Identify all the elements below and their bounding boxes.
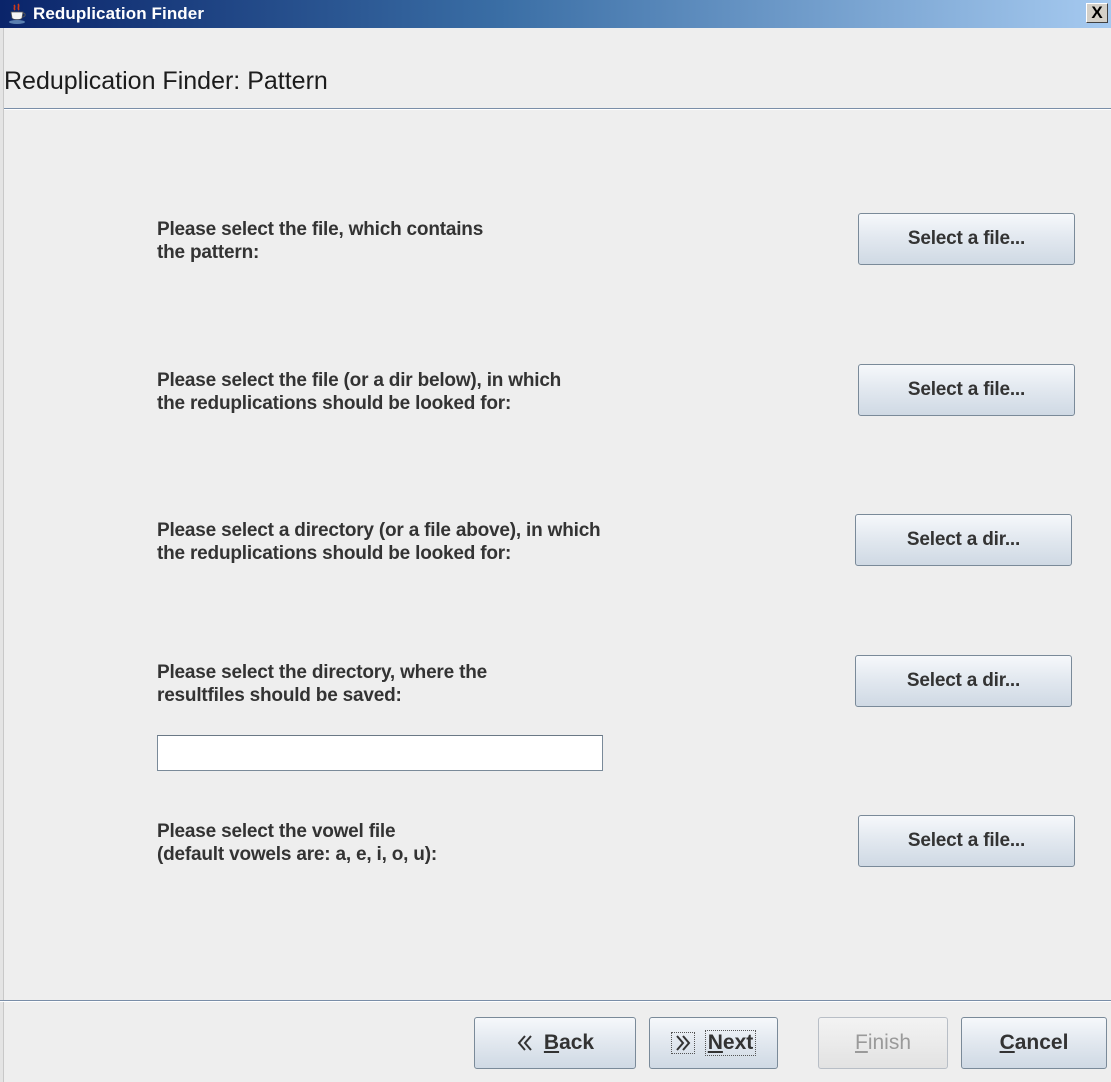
prompt-line: the pattern: [157, 242, 260, 263]
vowel-file-prompt: Please select the vowel file (default vo… [157, 820, 437, 866]
prompt-line: Please select the directory, where the [157, 662, 487, 683]
window-close-button[interactable]: X [1086, 3, 1108, 23]
select-pattern-file-button[interactable]: Select a file... [858, 213, 1075, 265]
select-vowel-file-button[interactable]: Select a file... [858, 815, 1075, 867]
header-separator [4, 108, 1111, 110]
result-dir-prompt: Please select the directory, where the r… [157, 661, 487, 707]
cancel-button[interactable]: Cancel [961, 1017, 1107, 1069]
double-chevron-right-icon [675, 1035, 691, 1051]
select-search-dir-button[interactable]: Select a dir... [855, 514, 1072, 566]
prompt-line: the reduplications should be looked for: [157, 543, 512, 564]
window-titlebar[interactable]: Reduplication Finder X [0, 0, 1111, 28]
focus-ring [670, 1032, 695, 1054]
back-label: Back [543, 1031, 595, 1054]
page-title: Reduplication Finder: Pattern [4, 67, 328, 95]
java-cup-icon [9, 3, 26, 24]
close-icon: X [1091, 3, 1103, 22]
page-header: Reduplication Finder: Pattern [4, 35, 1111, 109]
select-result-dir-button[interactable]: Select a dir... [855, 655, 1072, 707]
search-dir-prompt: Please select a directory (or a file abo… [157, 519, 601, 565]
select-search-file-button[interactable]: Select a file... [858, 364, 1075, 416]
prompt-line: Please select a directory (or a file abo… [157, 520, 601, 541]
next-button[interactable]: Next [649, 1017, 778, 1069]
result-dir-field[interactable] [157, 735, 603, 771]
search-file-prompt: Please select the file (or a dir below),… [157, 369, 561, 415]
prompt-line: resultfiles should be saved: [157, 685, 402, 706]
back-button[interactable]: Back [474, 1017, 636, 1069]
window-left-border [0, 28, 4, 1082]
prompt-line: the reduplications should be looked for: [157, 393, 512, 414]
pattern-file-prompt: Please select the file, which contains t… [157, 218, 483, 264]
cancel-label: Cancel [999, 1031, 1069, 1054]
finish-button[interactable]: Finish [818, 1017, 948, 1069]
footer-separator [0, 1000, 1111, 1002]
double-chevron-left-icon [517, 1035, 532, 1051]
prompt-line: (default vowels are: a, e, i, o, u): [157, 844, 437, 865]
prompt-line: Please select the vowel file [157, 821, 396, 842]
next-label: Next [704, 1030, 757, 1056]
window-title: Reduplication Finder [33, 4, 205, 23]
finish-label: Finish [854, 1031, 912, 1054]
prompt-line: Please select the file (or a dir below),… [157, 370, 562, 391]
prompt-line: Please select the file, which contains [157, 219, 484, 240]
